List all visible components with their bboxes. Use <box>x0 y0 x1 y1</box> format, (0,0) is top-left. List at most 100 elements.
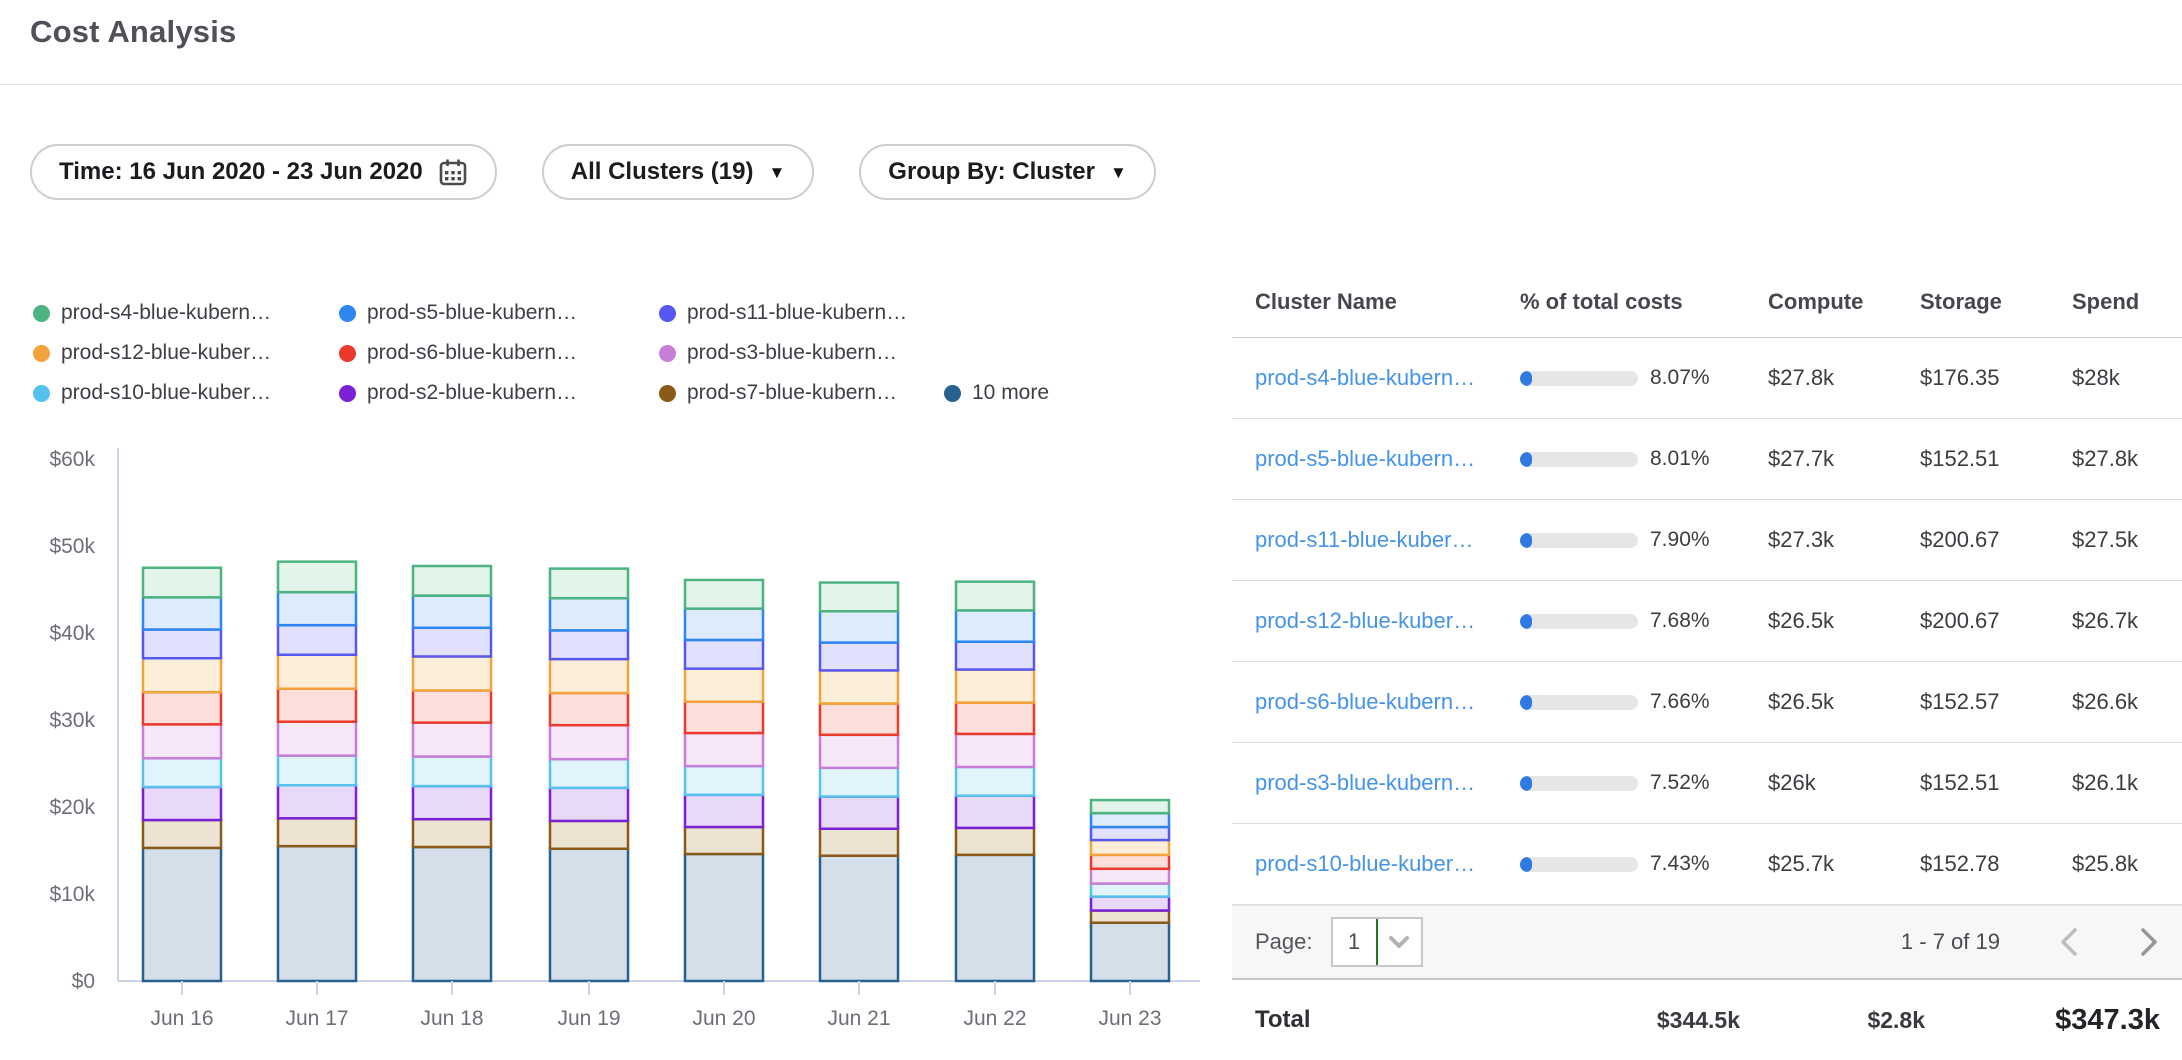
bar-segment[interactable] <box>820 797 898 829</box>
bar-segment[interactable] <box>278 846 356 981</box>
bar-segment[interactable] <box>413 723 491 757</box>
cluster-link[interactable]: prod-s11-blue-kuber… <box>1255 527 1473 552</box>
bar-segment[interactable] <box>956 610 1034 641</box>
bar-segment[interactable] <box>685 827 763 854</box>
bar-segment[interactable] <box>550 821 628 849</box>
bar-segment[interactable] <box>550 630 628 659</box>
legend-item[interactable]: 10 more <box>944 373 1049 413</box>
bar-segment[interactable] <box>820 829 898 856</box>
bar-segment[interactable] <box>550 788 628 821</box>
bar-segment[interactable] <box>550 569 628 599</box>
bar-segment[interactable] <box>956 855 1034 981</box>
cluster-link[interactable]: prod-s5-blue-kubern… <box>1255 446 1475 471</box>
bar-segment[interactable] <box>820 735 898 768</box>
bar-segment[interactable] <box>278 592 356 625</box>
bar-segment[interactable] <box>413 628 491 657</box>
bar-segment[interactable] <box>820 643 898 671</box>
bar-segment[interactable] <box>413 690 491 722</box>
bar-segment[interactable] <box>685 733 763 766</box>
bar-segment[interactable] <box>820 670 898 703</box>
bar-segment[interactable] <box>1091 827 1169 840</box>
legend-item[interactable]: prod-s12-blue-kuber… <box>33 333 339 373</box>
bar-segment[interactable] <box>685 702 763 733</box>
bar-segment[interactable] <box>550 759 628 788</box>
bar-segment[interactable] <box>685 580 763 609</box>
bar-segment[interactable] <box>685 766 763 795</box>
bar-segment[interactable] <box>1091 911 1169 923</box>
bar-segment[interactable] <box>1091 923 1169 981</box>
bar-segment[interactable] <box>278 756 356 786</box>
bar-segment[interactable] <box>820 768 898 797</box>
cluster-link[interactable]: prod-s10-blue-kuber… <box>1255 851 1475 876</box>
bar-segment[interactable] <box>956 767 1034 796</box>
cluster-link[interactable]: prod-s3-blue-kubern… <box>1255 770 1475 795</box>
bar-segment[interactable] <box>550 693 628 725</box>
bar-segment[interactable] <box>278 818 356 846</box>
bar-segment[interactable] <box>1091 869 1169 884</box>
bar-segment[interactable] <box>143 758 221 787</box>
bar-segment[interactable] <box>820 583 898 612</box>
bar-segment[interactable] <box>820 703 898 734</box>
cluster-link[interactable]: prod-s6-blue-kubern… <box>1255 689 1475 714</box>
bar-segment[interactable] <box>956 796 1034 828</box>
bar-segment[interactable] <box>413 656 491 690</box>
bar-segment[interactable] <box>278 625 356 655</box>
bar-segment[interactable] <box>685 640 763 669</box>
bar-segment[interactable] <box>685 854 763 981</box>
next-page-button[interactable] <box>2138 926 2160 958</box>
bar-segment[interactable] <box>278 785 356 818</box>
bar-segment[interactable] <box>413 566 491 596</box>
legend-item[interactable]: prod-s7-blue-kubern… <box>659 373 944 413</box>
bar-segment[interactable] <box>143 658 221 692</box>
legend-item[interactable]: prod-s6-blue-kubern… <box>339 333 659 373</box>
bar-segment[interactable] <box>278 562 356 592</box>
bar-segment[interactable] <box>1091 855 1169 869</box>
bar-segment[interactable] <box>413 847 491 981</box>
bar-segment[interactable] <box>1091 897 1169 911</box>
legend-item[interactable]: prod-s2-blue-kubern… <box>339 373 659 413</box>
bar-segment[interactable] <box>956 670 1034 703</box>
bar-segment[interactable] <box>143 848 221 981</box>
legend-item[interactable]: prod-s5-blue-kubern… <box>339 293 659 333</box>
bar-segment[interactable] <box>685 669 763 702</box>
bar-segment[interactable] <box>413 757 491 787</box>
cluster-filter-dropdown[interactable]: All Clusters (19) ▼ <box>542 144 815 200</box>
bar-segment[interactable] <box>685 795 763 827</box>
bar-segment[interactable] <box>143 692 221 724</box>
bar-segment[interactable] <box>956 828 1034 855</box>
bar-segment[interactable] <box>956 642 1034 670</box>
bar-segment[interactable] <box>1091 813 1169 827</box>
group-by-dropdown[interactable]: Group By: Cluster ▼ <box>859 144 1156 200</box>
bar-segment[interactable] <box>143 630 221 659</box>
bar-segment[interactable] <box>956 703 1034 734</box>
bar-segment[interactable] <box>685 609 763 640</box>
bar-segment[interactable] <box>550 598 628 630</box>
bar-segment[interactable] <box>1091 884 1169 897</box>
cluster-link[interactable]: prod-s12-blue-kuber… <box>1255 608 1475 633</box>
legend-item[interactable]: prod-s3-blue-kubern… <box>659 333 944 373</box>
bar-segment[interactable] <box>956 734 1034 767</box>
bar-segment[interactable] <box>143 568 221 598</box>
bar-segment[interactable] <box>278 655 356 689</box>
legend-item[interactable]: prod-s4-blue-kubern… <box>33 293 339 333</box>
legend-item[interactable]: prod-s11-blue-kubern… <box>659 293 944 333</box>
bar-segment[interactable] <box>413 596 491 628</box>
bar-segment[interactable] <box>550 725 628 759</box>
cluster-link[interactable]: prod-s4-blue-kubern… <box>1255 365 1475 390</box>
bar-segment[interactable] <box>1091 800 1169 813</box>
bar-segment[interactable] <box>413 819 491 847</box>
bar-segment[interactable] <box>143 787 221 820</box>
bar-segment[interactable] <box>278 722 356 756</box>
time-range-button[interactable]: Time: 16 Jun 2020 - 23 Jun 2020 <box>30 144 497 200</box>
bar-segment[interactable] <box>956 582 1034 611</box>
legend-item[interactable]: prod-s10-blue-kuber… <box>33 373 339 413</box>
bar-segment[interactable] <box>278 689 356 722</box>
previous-page-button[interactable] <box>2058 926 2080 958</box>
bar-segment[interactable] <box>820 611 898 642</box>
bar-segment[interactable] <box>820 856 898 981</box>
bar-segment[interactable] <box>143 724 221 758</box>
bar-segment[interactable] <box>413 786 491 819</box>
bar-segment[interactable] <box>143 597 221 629</box>
bar-segment[interactable] <box>143 820 221 848</box>
bar-segment[interactable] <box>1091 840 1169 855</box>
